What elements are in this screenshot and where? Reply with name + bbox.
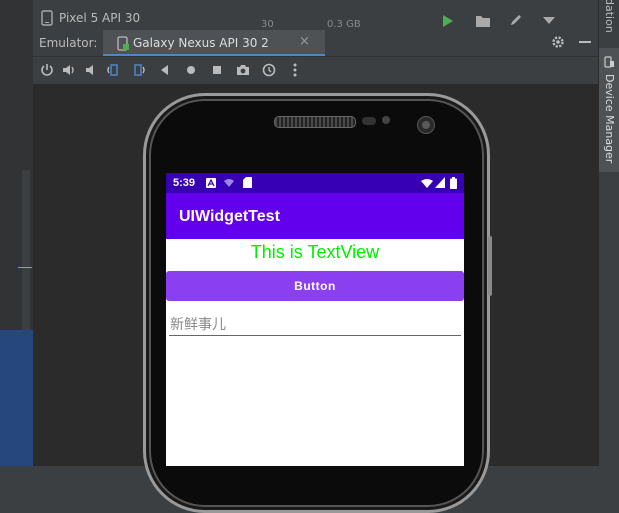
gutter-marker bbox=[18, 267, 32, 268]
app-button[interactable]: Button bbox=[166, 271, 464, 301]
back-icon[interactable] bbox=[157, 62, 173, 78]
edit-text-field[interactable] bbox=[169, 314, 461, 336]
app-bar: UIWidgetTest bbox=[166, 193, 464, 239]
folder-icon[interactable] bbox=[475, 14, 491, 28]
emulator-toolbar bbox=[33, 57, 598, 83]
emulator-title: Emulator: bbox=[39, 36, 98, 50]
ghost-size-value: 0.3 GB bbox=[327, 19, 361, 30]
tab-label: Galaxy Nexus API 30 2 bbox=[133, 36, 269, 50]
right-tool-window-bar: dation Device Manager bbox=[598, 0, 619, 466]
status-time: 5:39 bbox=[173, 177, 196, 189]
left-gutter bbox=[0, 0, 33, 466]
edit-icon[interactable] bbox=[509, 13, 523, 27]
rotate-left-icon[interactable] bbox=[105, 62, 121, 78]
ghost-api-value: 30 bbox=[261, 19, 274, 30]
tab-galaxy-nexus[interactable]: Galaxy Nexus API 30 2 × bbox=[103, 30, 325, 56]
sd-card-icon bbox=[243, 177, 252, 188]
tool-window-label-partial[interactable]: dation bbox=[603, 0, 616, 33]
camera-icon bbox=[417, 116, 435, 134]
device-manager-label: Device Manager bbox=[603, 74, 616, 164]
volume-down-icon[interactable] bbox=[83, 62, 99, 78]
gutter-selection bbox=[0, 330, 33, 466]
device-toolbar: Pixel 5 API 30 30 0.3 GB bbox=[33, 0, 598, 30]
run-icon[interactable] bbox=[441, 14, 455, 28]
volume-up-icon[interactable] bbox=[61, 62, 77, 78]
phone-side-button[interactable] bbox=[488, 236, 492, 296]
gear-icon[interactable] bbox=[551, 35, 565, 49]
device-manager-icon bbox=[604, 56, 614, 68]
wifi-icon bbox=[421, 179, 433, 188]
minimize-icon[interactable] bbox=[579, 41, 591, 44]
notification-a-icon bbox=[206, 178, 216, 188]
device-manager-tab[interactable]: Device Manager bbox=[599, 48, 619, 172]
overview-icon[interactable] bbox=[209, 62, 225, 78]
more-icon[interactable] bbox=[287, 62, 303, 78]
signal-icon bbox=[435, 177, 445, 188]
emulator-header: Emulator: Galaxy Nexus API 30 2 × bbox=[33, 30, 598, 57]
power-icon[interactable] bbox=[39, 62, 55, 78]
wifi-notification-icon bbox=[224, 179, 234, 187]
app-title: UIWidgetTest bbox=[179, 208, 280, 225]
device-selector[interactable]: Pixel 5 API 30 bbox=[59, 11, 140, 25]
phone-icon bbox=[41, 10, 53, 26]
phone-speaker bbox=[274, 116, 356, 128]
phone-sensor bbox=[362, 117, 376, 125]
snapshot-icon[interactable] bbox=[261, 62, 277, 78]
screenshot-icon[interactable] bbox=[235, 62, 251, 78]
battery-icon bbox=[450, 177, 457, 189]
home-icon[interactable] bbox=[183, 62, 199, 78]
device-tab-icon bbox=[117, 36, 129, 51]
phone-sensor bbox=[382, 116, 390, 124]
device-screen[interactable]: 5:39 UIWidgetTest This is TextView Butto… bbox=[166, 173, 464, 466]
status-bar: 5:39 bbox=[166, 173, 464, 193]
rotate-right-icon[interactable] bbox=[131, 62, 147, 78]
close-icon[interactable]: × bbox=[299, 34, 310, 49]
text-view: This is TextView bbox=[250, 242, 380, 262]
chevron-down-icon[interactable] bbox=[543, 17, 555, 25]
